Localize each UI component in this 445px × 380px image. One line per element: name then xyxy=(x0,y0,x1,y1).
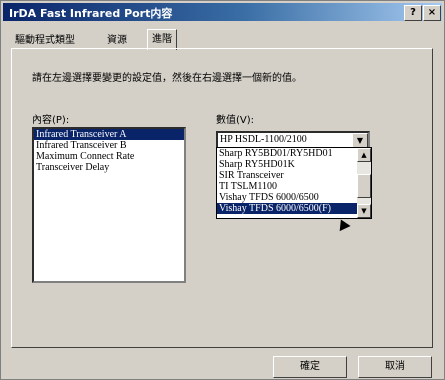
value-current: HP HSDL-1100/2100 xyxy=(220,134,307,145)
tab-resources[interactable]: 資源 xyxy=(103,33,131,49)
scroll-thumb[interactable] xyxy=(357,174,371,198)
value-option[interactable]: SIR Transceiver xyxy=(217,170,371,181)
value-option[interactable]: Sharp RY5BD01/RY5HD01 xyxy=(217,148,371,159)
properties-dialog: IrDA Fast Infrared Port内容 ? × 驅動程式類型 資源 … xyxy=(0,0,445,380)
property-item[interactable]: Infrared Transceiver A xyxy=(34,129,184,140)
property-listbox[interactable]: Infrared Transceiver A Infrared Transcei… xyxy=(32,127,186,283)
property-item[interactable]: Infrared Transceiver B xyxy=(34,140,184,151)
value-option[interactable]: TI TSLM1100 xyxy=(217,181,371,192)
property-item[interactable]: Maximum Connect Rate xyxy=(34,151,184,162)
instruction-text: 請在左邊選擇要變更的設定值，然後在右邊選擇一個新的值。 xyxy=(32,73,302,84)
scroll-down-icon[interactable]: ▼ xyxy=(357,204,371,218)
close-button[interactable]: × xyxy=(423,5,441,21)
property-label: 內容(P): xyxy=(32,115,70,126)
help-button[interactable]: ? xyxy=(404,5,422,21)
title-bar[interactable]: IrDA Fast Infrared Port内容 ? × xyxy=(3,3,442,21)
dropdown-scrollbar[interactable]: ▲ ▼ xyxy=(357,148,371,218)
value-option[interactable]: Sharp RY5HD01K xyxy=(217,159,371,170)
value-option[interactable]: Vishay TFDS 6000/6500 xyxy=(217,192,371,203)
cancel-button[interactable]: 取消 xyxy=(358,356,432,378)
scroll-up-icon[interactable]: ▲ xyxy=(357,148,371,162)
tab-advanced[interactable]: 進階 xyxy=(147,29,177,50)
property-item[interactable]: Transceiver Delay xyxy=(34,162,184,173)
advanced-panel: 請在左邊選擇要變更的設定值，然後在右邊選擇一個新的值。 內容(P): Infra… xyxy=(11,48,433,348)
value-dropdown-list[interactable]: Sharp RY5BD01/RY5HD01 Sharp RY5HD01K SIR… xyxy=(216,147,372,219)
value-label: 數值(V): xyxy=(216,115,255,126)
tab-driver-type[interactable]: 驅動程式類型 xyxy=(11,33,79,49)
window-title: IrDA Fast Infrared Port内容 xyxy=(9,7,173,20)
value-option-selected[interactable]: Vishay TFDS 6000/6500(F) xyxy=(217,203,371,214)
ok-button[interactable]: 確定 xyxy=(273,356,347,378)
